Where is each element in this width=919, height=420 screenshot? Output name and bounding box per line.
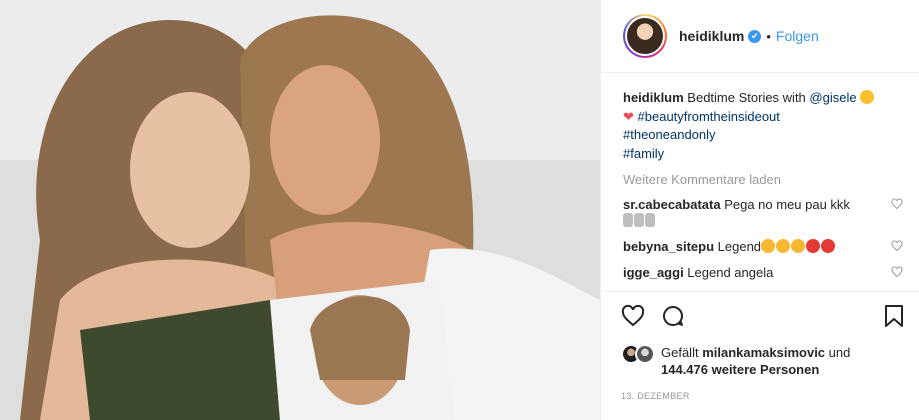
hand-emoji-icon [645, 213, 655, 227]
comment-username[interactable]: bebyna_sitepu [623, 239, 714, 254]
separator-dot: • [766, 28, 771, 44]
comment-body: igge_aggi Legend angela [623, 265, 873, 281]
emoji-icon [761, 239, 776, 253]
emoji-icon [791, 239, 806, 253]
mention-link[interactable]: @gisele [809, 90, 856, 105]
action-icons [621, 302, 904, 330]
comment-username[interactable]: igge_aggi [623, 265, 684, 280]
emoji-icon [806, 239, 821, 253]
likes-text: Gefällt milankamaksimovic und 144.476 we… [661, 344, 850, 378]
avatar-image [625, 16, 665, 56]
comments-section: heidiklum Bedtime Stories with @gisele ❤… [601, 73, 919, 287]
comment-like-heart-icon[interactable] [891, 240, 903, 252]
hashtag-link[interactable]: #beautyfromtheinsideout [638, 109, 780, 124]
avatar[interactable] [623, 14, 667, 58]
likes-middle: und [825, 345, 851, 360]
action-bar: Gefällt milankamaksimovic und 144.476 we… [601, 291, 919, 401]
likes-prefix: Gefällt [661, 345, 703, 360]
comment-row: sr.cabecabatata Pega no meu pau kkk [623, 197, 903, 229]
post-header: heidiklum ✔ • Folgen [601, 0, 919, 73]
post-photo[interactable] [0, 0, 600, 420]
load-more-comments[interactable]: Weitere Kommentare laden [623, 172, 903, 187]
likes-count[interactable]: 144.476 weitere Personen [661, 362, 819, 377]
hashtag-link[interactable]: #family [623, 146, 664, 161]
side-panel: heidiklum ✔ • Folgen heidiklum Bedtime S… [600, 0, 919, 420]
liker-username[interactable]: milankamaksimovic [702, 345, 825, 360]
post-date[interactable]: 13. DEZEMBER [621, 391, 904, 401]
comment-username[interactable]: sr.cabecabatata [623, 197, 721, 212]
comment-row: igge_aggi Legend angela [623, 265, 903, 281]
comment-bubble-icon[interactable] [661, 304, 685, 328]
comment-text: Legend angela [683, 265, 774, 280]
comment-text: Legend [714, 239, 762, 254]
photo-illustration [0, 0, 600, 420]
comment-row: bebyna_sitepu Legend [623, 239, 903, 255]
emoji-icon [776, 239, 791, 253]
caption-text: Bedtime Stories with [683, 90, 810, 105]
comment-body: bebyna_sitepu Legend [623, 239, 873, 255]
comment-text: Pega no meu pau kkk [720, 197, 850, 212]
smiling-emoji-icon [860, 90, 875, 104]
red-heart-emoji-icon: ❤ [623, 108, 634, 124]
hashtag-link[interactable]: #theoneandonly [623, 127, 716, 142]
verified-badge-icon: ✔ [748, 29, 762, 43]
bookmark-icon[interactable] [884, 304, 904, 328]
comment-like-heart-icon[interactable] [891, 266, 903, 278]
hand-emoji-icon [634, 213, 644, 227]
likes-summary: Gefällt milankamaksimovic und 144.476 we… [621, 344, 904, 378]
emoji-icon [821, 239, 836, 253]
heart-outline-icon[interactable] [621, 304, 645, 328]
comment-body: sr.cabecabatata Pega no meu pau kkk [623, 197, 873, 229]
caption: heidiklum Bedtime Stories with @gisele ❤… [623, 89, 903, 163]
comment-like-heart-icon[interactable] [891, 198, 903, 210]
caption-username[interactable]: heidiklum [623, 90, 684, 105]
follow-button[interactable]: Folgen [776, 28, 819, 44]
hand-emoji-icon [623, 213, 633, 227]
instagram-post: heidiklum ✔ • Folgen heidiklum Bedtime S… [0, 0, 919, 420]
username-link[interactable]: heidiklum [679, 28, 744, 44]
liker-avatar[interactable] [635, 344, 655, 364]
